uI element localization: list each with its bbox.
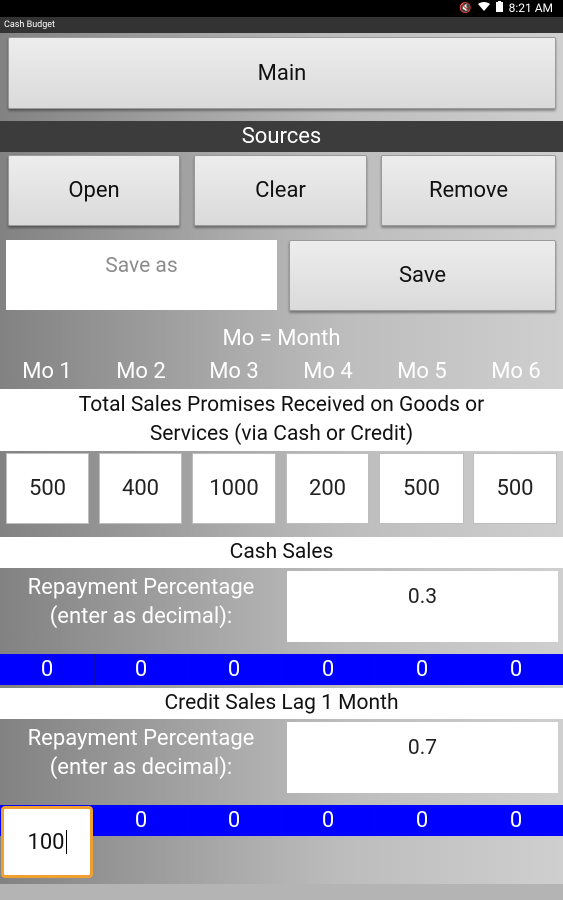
save-as-input[interactable]: Save as — [6, 240, 277, 310]
credit-repayment-label-line2: (enter as decimal): — [49, 755, 233, 780]
open-button[interactable]: Open — [8, 155, 180, 226]
credit-result-mo6: 0 — [509, 808, 523, 833]
sales-input-mo4[interactable]: 200 — [286, 453, 369, 524]
app-title: Cash Budget — [0, 17, 563, 33]
cash-result-mo2: 0 — [134, 657, 148, 682]
credit-repayment-input[interactable]: 0.7 — [287, 722, 558, 793]
remove-button[interactable]: Remove — [381, 155, 556, 226]
month-label: Mo 6 — [491, 359, 541, 384]
cash-result-mo1: 0 — [40, 657, 54, 682]
credit-result-mo2: 0 — [134, 808, 148, 833]
status-time: 8:21 AM — [508, 1, 553, 15]
total-sales-title-line1: Total Sales Promises Received on Goods o… — [78, 393, 485, 417]
save-button[interactable]: Save — [289, 240, 556, 311]
sales-input-mo2[interactable]: 400 — [99, 453, 182, 524]
credit-result-mo5: 0 — [415, 808, 429, 833]
month-label: Mo 1 — [22, 359, 72, 384]
total-sales-title: Total Sales Promises Received on Goods o… — [0, 389, 563, 451]
cash-repayment-label: Repayment Percentage (enter as decimal): — [0, 573, 282, 631]
main-button[interactable]: Main — [8, 37, 556, 109]
cash-result-mo6: 0 — [509, 657, 523, 682]
sales-input-mo5[interactable]: 500 — [379, 453, 464, 524]
total-sales-title-line2: Services (via Cash or Credit) — [149, 422, 414, 446]
sales-input-mo6[interactable]: 500 — [473, 453, 557, 524]
month-label: Mo 2 — [116, 359, 166, 384]
credit-result-mo4: 0 — [321, 808, 335, 833]
cash-result-mo4: 0 — [321, 657, 335, 682]
sales-input-mo1[interactable]: 500 — [6, 453, 89, 524]
credit-repayment-label-line1: Repayment Percentage — [27, 726, 255, 751]
mute-icon: 🔇 — [459, 2, 472, 14]
cash-sales-results: 0 0 0 0 0 0 — [0, 654, 563, 685]
cash-repayment-label-line2: (enter as decimal): — [49, 604, 233, 629]
sales-input-mo3[interactable]: 1000 — [192, 453, 276, 524]
credit-repayment-label: Repayment Percentage (enter as decimal): — [0, 724, 282, 782]
cash-repayment-label-line1: Repayment Percentage — [27, 575, 255, 600]
credit-input-mo1[interactable]: 100 — [1, 806, 93, 878]
sources-header: Sources — [0, 121, 563, 152]
battery-icon — [495, 1, 503, 15]
bottom-edge — [0, 884, 563, 900]
cash-sales-title: Cash Sales — [0, 537, 563, 568]
wifi-icon — [477, 1, 490, 15]
cash-result-mo3: 0 — [227, 657, 241, 682]
credit-input-mo1-value: 100 — [27, 829, 65, 855]
month-legend: Mo = Month — [222, 326, 341, 351]
credit-result-mo3: 0 — [227, 808, 241, 833]
credit-lag1-title: Credit Sales Lag 1 Month — [0, 688, 563, 719]
cash-repayment-input[interactable]: 0.3 — [287, 571, 558, 642]
month-labels: Mo 1 Mo 2 Mo 3 Mo 4 Mo 5 Mo 6 — [0, 359, 563, 387]
status-bar: 🔇 8:21 AM — [0, 0, 563, 17]
month-label: Mo 3 — [209, 359, 259, 384]
clear-button[interactable]: Clear — [194, 155, 367, 226]
text-cursor — [65, 830, 67, 854]
month-label: Mo 5 — [397, 359, 447, 384]
cash-result-mo5: 0 — [415, 657, 429, 682]
month-label: Mo 4 — [303, 359, 353, 384]
